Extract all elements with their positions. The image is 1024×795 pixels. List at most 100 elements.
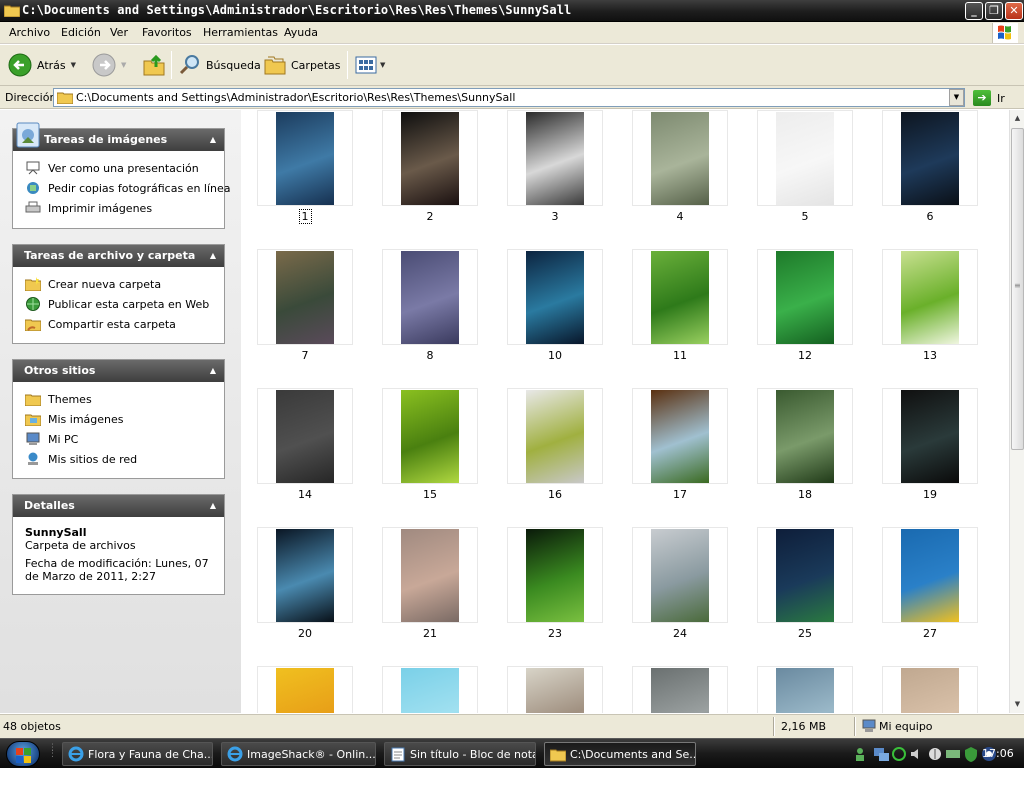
scroll-thumb[interactable]: ≡: [1011, 128, 1024, 450]
search-button[interactable]: Búsqueda: [179, 51, 261, 79]
antivirus-icon[interactable]: [926, 745, 944, 763]
address-input[interactable]: C:\Documents and Settings\Administrador\…: [53, 88, 965, 107]
place-network[interactable]: Mis sitios de red: [13, 449, 224, 469]
file-name-label[interactable]: 19: [882, 488, 978, 501]
task-explorer[interactable]: C:\Documents and Se...: [544, 742, 696, 766]
slideshow-link[interactable]: Ver como una presentación: [13, 158, 224, 178]
file-name-label[interactable]: 14: [257, 488, 353, 501]
file-name-label[interactable]: 16: [507, 488, 603, 501]
menu-favoritos[interactable]: Favoritos: [142, 26, 192, 39]
menu-archivo[interactable]: Archivo: [9, 26, 50, 39]
back-button[interactable]: Atrás ▼: [8, 51, 76, 79]
details-header[interactable]: Detalles ▲: [13, 495, 224, 517]
file-name-label[interactable]: 24: [632, 627, 728, 640]
menu-ver[interactable]: Ver: [110, 26, 128, 39]
file-name-label[interactable]: 2: [382, 210, 478, 223]
collapse-icon[interactable]: ▲: [210, 360, 216, 382]
other-places-header[interactable]: Otros sitios ▲: [13, 360, 224, 382]
file-thumbnail[interactable]: [507, 666, 603, 713]
file-tasks-header[interactable]: Tareas de archivo y carpeta ▲: [13, 245, 224, 267]
file-thumbnail[interactable]: [507, 249, 603, 345]
file-name-label[interactable]: 21: [382, 627, 478, 640]
place-my-computer[interactable]: Mi PC: [13, 429, 224, 449]
file-thumbnail[interactable]: [507, 110, 603, 206]
task-notepad[interactable]: Sin título - Bloc de notas: [384, 742, 536, 766]
place-my-pictures[interactable]: Mis imágenes: [13, 409, 224, 429]
publish-web-link[interactable]: Publicar esta carpeta en Web: [13, 294, 224, 314]
address-dropdown-button[interactable]: ▼: [949, 89, 964, 106]
file-name-label[interactable]: 5: [757, 210, 853, 223]
share-folder-link[interactable]: Compartir esta carpeta: [13, 314, 224, 334]
file-name-label[interactable]: 6: [882, 210, 978, 223]
maximize-button[interactable]: ❐: [985, 2, 1003, 20]
minimize-button[interactable]: _: [965, 2, 983, 20]
file-thumbnail[interactable]: [257, 388, 353, 484]
file-name-label[interactable]: 13: [882, 349, 978, 362]
security-icon[interactable]: [962, 745, 980, 763]
file-name-label[interactable]: 25: [757, 627, 853, 640]
file-thumbnail[interactable]: [757, 110, 853, 206]
task-flora-fauna[interactable]: Flora y Fauna de Cha...: [62, 742, 213, 766]
menu-ayuda[interactable]: Ayuda: [284, 26, 318, 39]
file-thumbnail[interactable]: [757, 666, 853, 713]
forward-button[interactable]: ▼: [92, 51, 126, 79]
file-thumbnail[interactable]: [632, 388, 728, 484]
up-folder-button[interactable]: [143, 51, 165, 79]
collapse-icon[interactable]: ▲: [210, 245, 216, 267]
file-thumbnail[interactable]: [882, 110, 978, 206]
chevron-down-icon[interactable]: ▼: [380, 61, 385, 69]
title-bar[interactable]: C:\Documents and Settings\Administrador\…: [0, 0, 1024, 22]
print-images-link[interactable]: Imprimir imágenes: [13, 198, 224, 218]
file-name-label[interactable]: 4: [632, 210, 728, 223]
menu-herramientas[interactable]: Herramientas: [203, 26, 278, 39]
file-thumbnail[interactable]: [507, 527, 603, 623]
file-thumbnail[interactable]: [757, 527, 853, 623]
file-thumbnail[interactable]: [382, 110, 478, 206]
collapse-icon[interactable]: ▲: [210, 129, 216, 151]
file-name-label[interactable]: 10: [507, 349, 603, 362]
file-thumbnail[interactable]: [757, 388, 853, 484]
file-thumbnail[interactable]: [757, 249, 853, 345]
users-icon[interactable]: [854, 745, 872, 763]
file-thumbnail[interactable]: [257, 527, 353, 623]
close-button[interactable]: ✕: [1005, 2, 1023, 20]
image-tasks-header[interactable]: Tareas de imágenes ▲: [13, 122, 224, 151]
chevron-down-icon[interactable]: ▼: [121, 61, 126, 69]
scroll-up-icon[interactable]: ▲: [1011, 111, 1024, 126]
file-thumbnail[interactable]: [382, 388, 478, 484]
file-thumbnail[interactable]: [382, 249, 478, 345]
folders-button[interactable]: Carpetas: [264, 51, 340, 79]
file-thumbnail[interactable]: [882, 388, 978, 484]
file-thumbnail[interactable]: [882, 666, 978, 713]
file-name-label[interactable]: 27: [882, 627, 978, 640]
display-icon[interactable]: [944, 745, 962, 763]
file-name-label[interactable]: 8: [382, 349, 478, 362]
file-thumbnail[interactable]: [882, 249, 978, 345]
chevron-down-icon[interactable]: ▼: [71, 61, 76, 69]
scroll-down-icon[interactable]: ▼: [1011, 697, 1024, 712]
file-name-label[interactable]: 11: [632, 349, 728, 362]
file-name-label[interactable]: 15: [382, 488, 478, 501]
file-thumbnail[interactable]: [632, 527, 728, 623]
file-name-label[interactable]: 3: [507, 210, 603, 223]
vertical-scrollbar[interactable]: ▲ ≡ ▼: [1009, 110, 1024, 713]
menu-edicion[interactable]: Edición: [61, 26, 101, 39]
file-thumbnail-view[interactable]: 1 2 3 4 5 6 7 8 10 11 12 13 14 15 16 17 18 19 20 21 23 24 25 27: [241, 110, 1009, 713]
file-thumbnail[interactable]: [257, 110, 353, 206]
taskbar-grip[interactable]: ⋮ ⋮: [48, 744, 57, 759]
file-thumbnail[interactable]: [257, 249, 353, 345]
file-thumbnail[interactable]: [257, 666, 353, 713]
file-thumbnail[interactable]: [632, 110, 728, 206]
file-name-label[interactable]: 17: [632, 488, 728, 501]
file-name-label[interactable]: 23: [507, 627, 603, 640]
start-button[interactable]: [6, 741, 40, 767]
file-thumbnail[interactable]: [882, 527, 978, 623]
file-name-label[interactable]: 18: [757, 488, 853, 501]
network-icon[interactable]: [872, 745, 890, 763]
volume-icon[interactable]: [908, 745, 926, 763]
file-thumbnail[interactable]: [382, 527, 478, 623]
place-themes[interactable]: Themes: [13, 389, 224, 409]
update-icon[interactable]: [890, 745, 908, 763]
collapse-icon[interactable]: ▲: [210, 495, 216, 517]
file-thumbnail[interactable]: [382, 666, 478, 713]
